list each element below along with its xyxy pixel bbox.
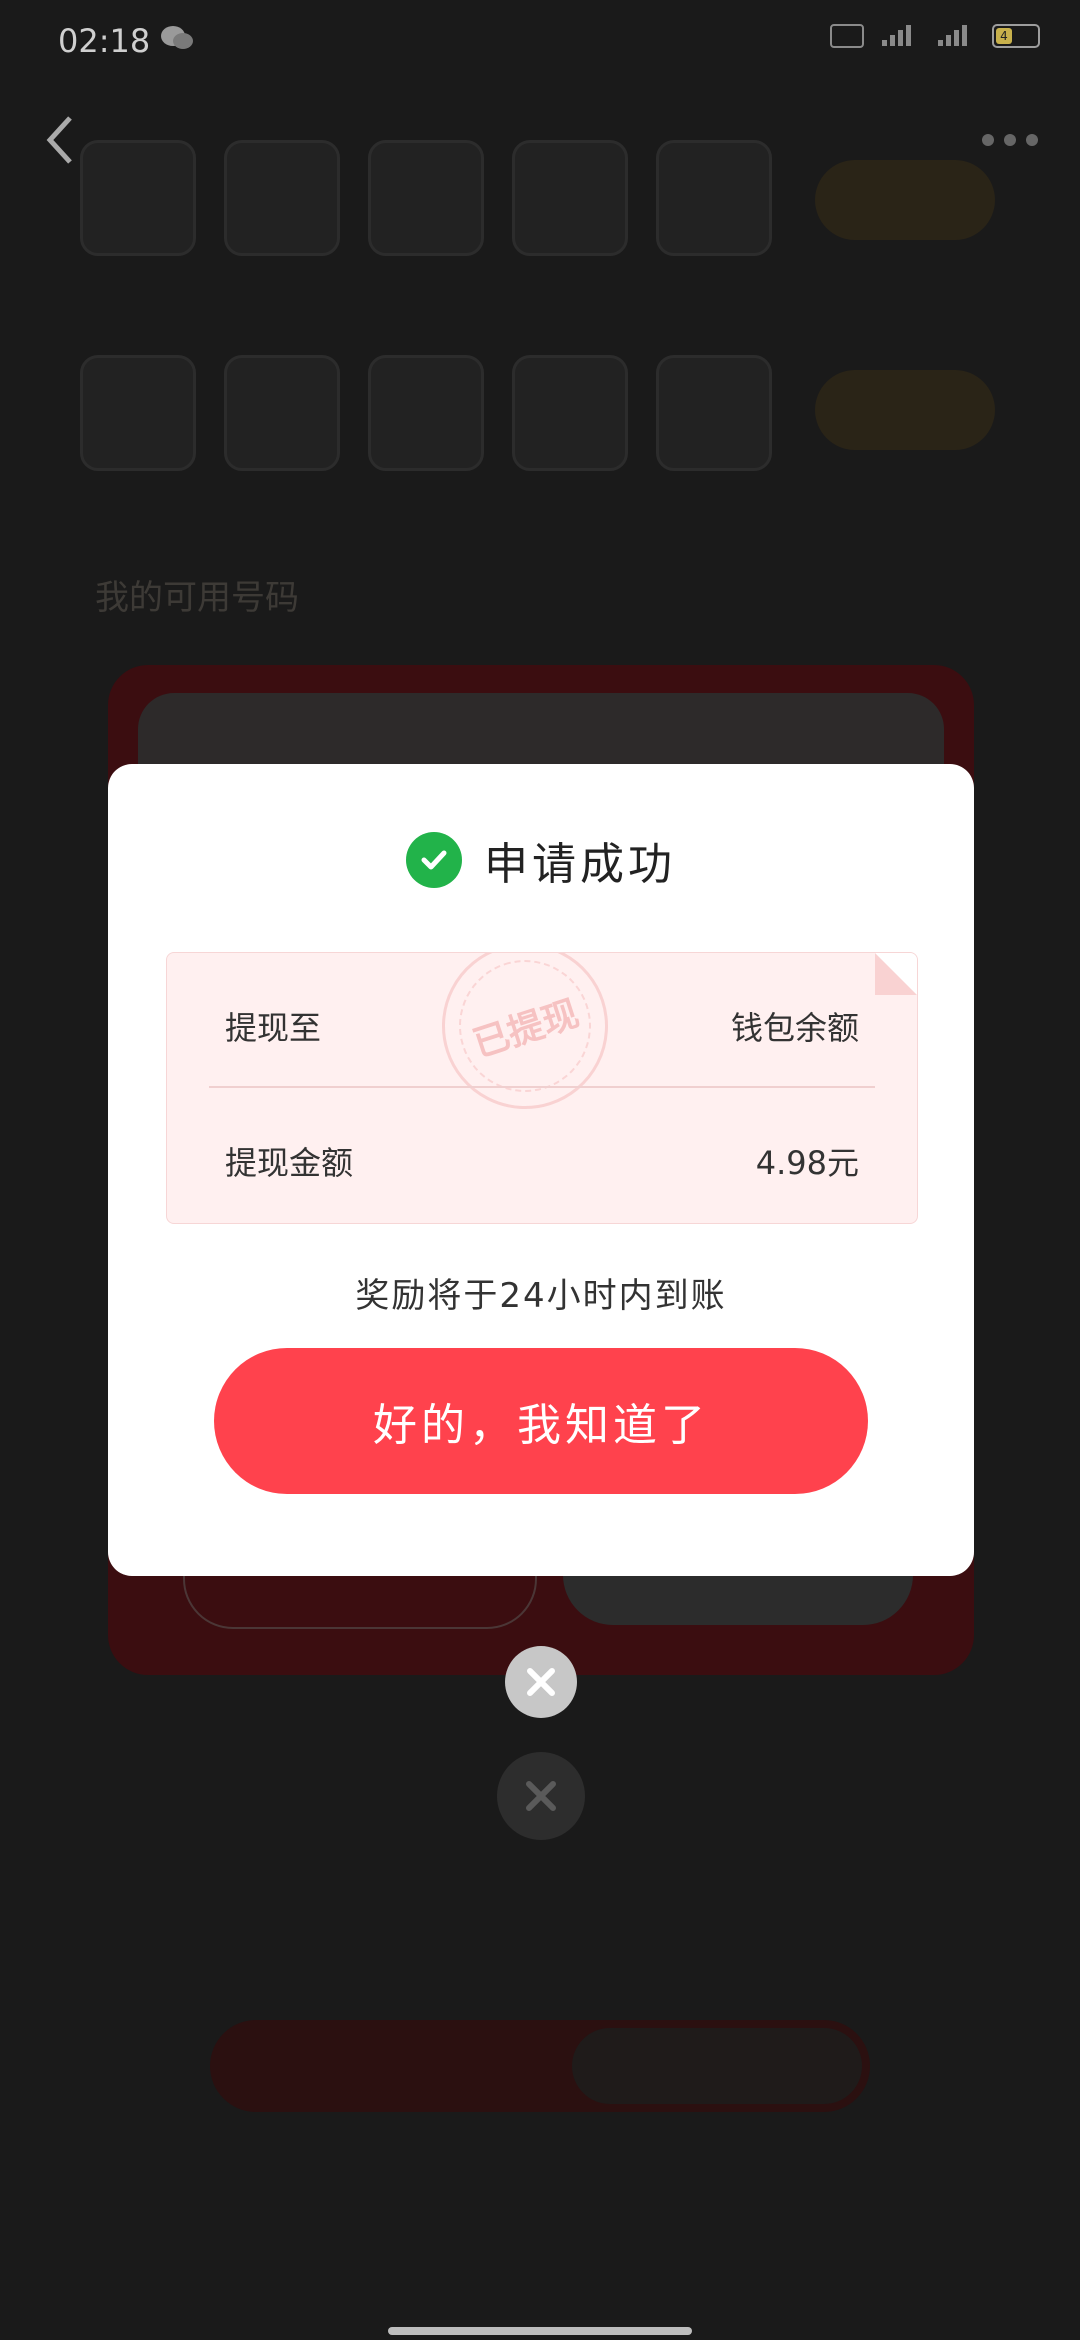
bg-close-button <box>497 1752 585 1840</box>
bg-search-bar <box>210 2020 870 2112</box>
withdraw-to-value: 钱包余额 <box>730 1009 859 1047</box>
ok-button[interactable]: 好的，我知道了 <box>214 1348 868 1494</box>
bg-number-box <box>512 355 628 471</box>
corner-fold <box>875 953 917 995</box>
withdraw-to-row: 提现至 钱包余额 <box>225 1003 859 1049</box>
bg-pill <box>815 160 995 240</box>
wechat-icon <box>161 26 193 49</box>
amount-row: 提现金额 4.98元 <box>225 1138 859 1184</box>
bg-section-label: 我的可用号码 <box>95 578 299 618</box>
bg-number-box <box>80 355 196 471</box>
bg-number-box <box>224 355 340 471</box>
bg-number-box <box>368 140 484 256</box>
home-indicator[interactable] <box>388 2327 692 2335</box>
success-dialog: 申请成功 已提现 提现至 钱包余额 提现金额 4.98元 奖励将于24小时内到账… <box>108 764 974 1576</box>
bg-number-box <box>368 355 484 471</box>
dialog-title: 申请成功 <box>484 839 676 890</box>
divider <box>209 1086 875 1088</box>
hd-icon <box>830 24 864 48</box>
check-circle-icon <box>406 832 462 888</box>
bg-number-box <box>512 140 628 256</box>
bg-number-box <box>656 140 772 256</box>
more-icon[interactable] <box>980 130 1040 150</box>
bg-number-box <box>224 140 340 256</box>
amount-label: 提现金额 <box>225 1144 354 1182</box>
bg-number-row-2 <box>80 355 772 471</box>
amount-value: 4.98元 <box>755 1144 859 1182</box>
close-icon <box>527 1668 555 1696</box>
status-right: 4 <box>830 24 1040 48</box>
arrival-notice: 奖励将于24小时内到账 <box>355 1276 727 1316</box>
bg-number-box <box>80 140 196 256</box>
back-icon[interactable] <box>40 108 80 172</box>
close-icon <box>526 1781 556 1811</box>
withdraw-info-box: 已提现 提现至 钱包余额 提现金额 4.98元 <box>166 952 918 1224</box>
close-dialog-button[interactable] <box>505 1646 577 1718</box>
bg-number-box <box>656 355 772 471</box>
bg-number-row-1 <box>80 140 772 256</box>
status-time: 02:18 <box>58 22 151 60</box>
status-bar: 02:18 4 <box>0 0 1080 80</box>
bg-pill <box>815 370 995 450</box>
withdraw-to-label: 提现至 <box>225 1009 322 1047</box>
signal-icon-2 <box>938 25 967 46</box>
dialog-title-row: 申请成功 <box>108 828 974 892</box>
battery-icon: 4 <box>992 24 1040 48</box>
signal-icon <box>882 25 911 46</box>
